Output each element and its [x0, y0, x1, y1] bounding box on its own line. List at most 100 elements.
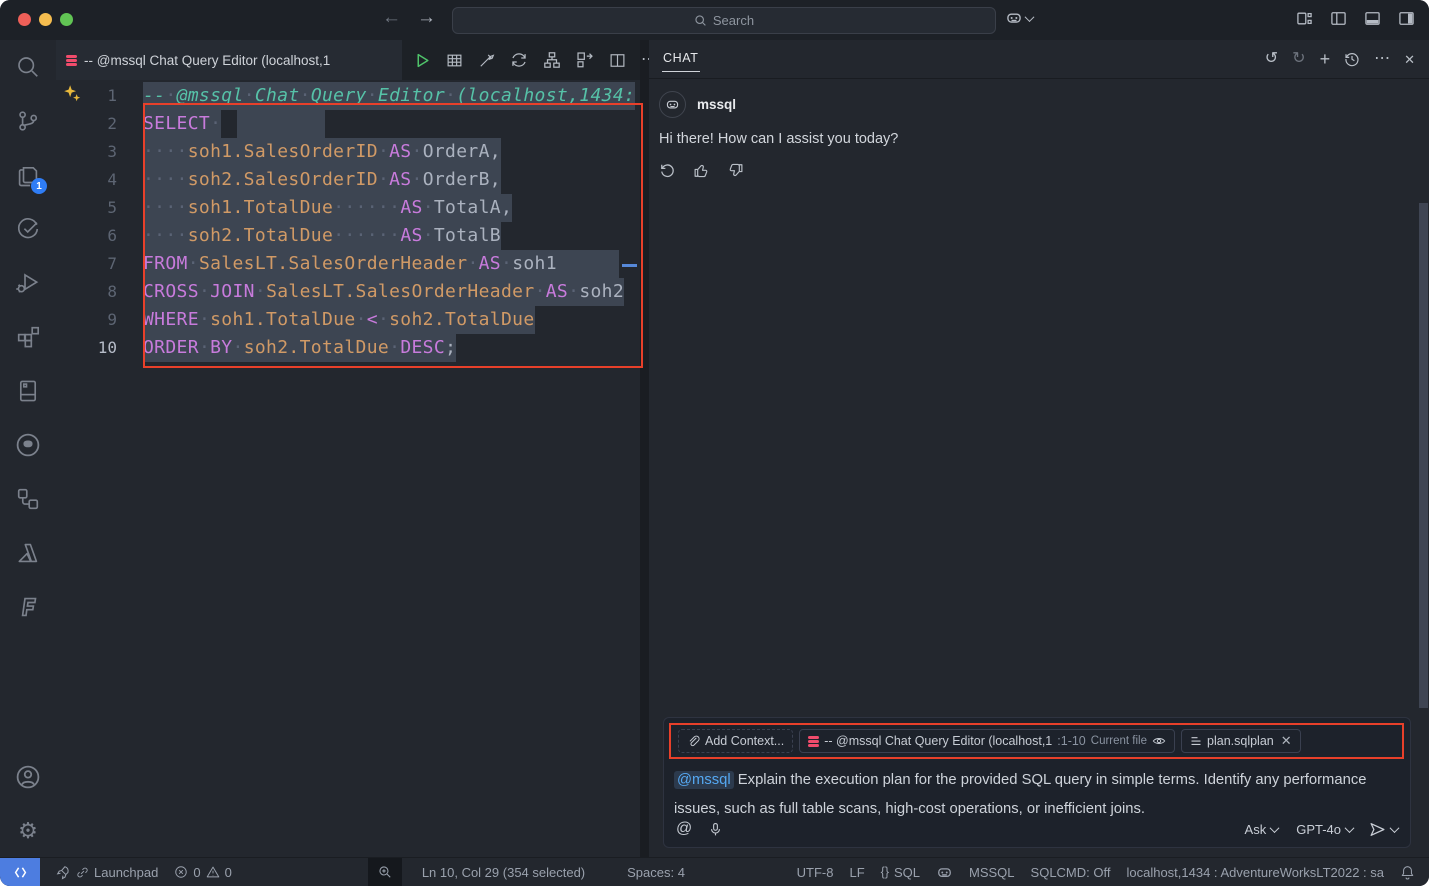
plan-context-pill[interactable]: plan.sqlplan ✕ — [1181, 729, 1301, 753]
account-button[interactable] — [0, 750, 56, 804]
code-line[interactable]: 9WHERE·soh1.TotalDue·<·soh2.TotalDue — [56, 306, 640, 334]
settings-button[interactable]: ⚙ — [0, 804, 56, 858]
editor-group: -- @mssql Chat Query Editor (localhost,1… — [56, 40, 640, 858]
chat-scrollbar[interactable] — [1419, 203, 1428, 708]
search-icon — [16, 55, 40, 79]
encoding-label: UTF-8 — [797, 865, 834, 880]
sidebar-item-notebooks[interactable] — [0, 364, 56, 418]
mssql-item[interactable]: MSSQL — [961, 865, 1023, 880]
copilot-icon — [936, 864, 953, 881]
chat-panel-title[interactable]: CHAT — [662, 47, 700, 72]
chat-input-container[interactable]: Add Context... -- @mssql Chat Query Edit… — [663, 717, 1411, 848]
chevron-down-icon — [1390, 823, 1400, 833]
sidebar-item-explorer[interactable]: 1 — [0, 148, 56, 202]
new-chat-button[interactable]: + — [1320, 50, 1331, 68]
code-line[interactable]: 5····soh1.TotalDue······AS·TotalA, — [56, 194, 640, 222]
mssql-mention[interactable]: @mssql — [674, 771, 734, 789]
more-options-button[interactable]: ⋯ — [1374, 51, 1390, 67]
code-line[interactable]: 7FROM·SalesLT.SalesOrderHeader·AS·soh1 — [56, 250, 640, 278]
paintbrush-button[interactable] — [478, 52, 495, 69]
close-panel-button[interactable]: ✕ — [1404, 53, 1415, 66]
sidebar-item-azure[interactable] — [0, 526, 56, 580]
minimize-window-button[interactable] — [39, 13, 52, 26]
code-line[interactable]: 6····soh2.TotalDue······AS·TotalB — [56, 222, 640, 250]
source-control-icon — [16, 109, 40, 133]
macos-window-controls — [18, 13, 73, 26]
query-plan-button[interactable] — [543, 51, 561, 69]
add-context-button[interactable]: Add Context... — [678, 729, 793, 753]
language-item[interactable]: {}SQL — [873, 865, 928, 880]
back-button[interactable]: ← — [382, 7, 401, 29]
sqlcmd-item[interactable]: SQLCMD: Off — [1023, 865, 1119, 880]
context-pills-row: Add Context... -- @mssql Chat Query Edit… — [674, 725, 1400, 757]
mention-button[interactable]: @ — [676, 820, 692, 838]
chevron-down-icon — [1025, 12, 1035, 22]
code-editor[interactable]: 1--·@mssql·Chat·Query·Editor·(localhost,… — [56, 80, 640, 362]
sidebar-item-connections[interactable] — [0, 472, 56, 526]
indentation-item[interactable]: Spaces: 4 — [619, 865, 693, 880]
retry-icon[interactable] — [659, 162, 676, 179]
toggle-panel-button[interactable] — [1364, 10, 1381, 27]
chat-message: mssql Hi there! How can I assist you tod… — [649, 79, 1429, 179]
extensions-icon — [16, 325, 40, 349]
line-number: 4 — [56, 166, 117, 194]
toggle-primary-sidebar-button[interactable] — [1330, 10, 1347, 27]
editor-tab[interactable]: -- @mssql Chat Query Editor (localhost,1 — [56, 40, 402, 80]
results-grid-button[interactable] — [446, 52, 463, 69]
model-selector[interactable]: GPT-4o — [1296, 822, 1353, 837]
chat-history-button[interactable] — [1344, 51, 1360, 67]
screenshot: ← → Search 1 — [0, 0, 1429, 886]
sidebar-item-extensions[interactable] — [0, 310, 56, 364]
chat-input-text[interactable]: @mssql Explain the execution plan for th… — [674, 766, 1374, 824]
code-line[interactable]: 10ORDER·BY·soh2.TotalDue·DESC; — [56, 334, 640, 362]
zoom-indicator[interactable] — [368, 858, 402, 886]
code-line[interactable]: 4····soh2.SalesOrderID·AS·OrderB, — [56, 166, 640, 194]
sidebar-item-testing[interactable] — [0, 202, 56, 256]
close-window-button[interactable] — [18, 13, 31, 26]
warning-count: 0 — [225, 865, 232, 880]
code-line[interactable]: 8CROSS·JOIN·SalesLT.SalesOrderHeader·AS·… — [56, 278, 640, 306]
problems-item[interactable]: 0 0 — [166, 865, 239, 880]
sidebar-item-run-debug[interactable] — [0, 256, 56, 310]
redo-chat-button[interactable]: ↻ — [1292, 51, 1305, 67]
paperclip-icon — [687, 735, 700, 748]
parse-query-button[interactable] — [576, 51, 594, 69]
panel-divider[interactable] — [640, 40, 649, 858]
run-query-button[interactable] — [414, 52, 431, 69]
change-connection-button[interactable] — [510, 51, 528, 69]
connection-item[interactable]: localhost,1434 : AdventureWorksLT2022 : … — [1118, 865, 1392, 880]
code-line[interactable]: 3····soh1.SalesOrderID·AS·OrderA, — [56, 138, 640, 166]
mssql-label: MSSQL — [969, 865, 1015, 880]
command-center-search[interactable]: Search — [452, 7, 996, 34]
code-line[interactable]: 2SELECT· — [56, 110, 640, 138]
copilot-menu-button[interactable] — [1005, 9, 1033, 27]
sidebar-item-flyway[interactable] — [0, 580, 56, 634]
file-context-pill[interactable]: -- @mssql Chat Query Editor (localhost,1… — [799, 729, 1175, 753]
zoom-window-button[interactable] — [60, 13, 73, 26]
remove-context-icon[interactable]: ✕ — [1281, 733, 1292, 749]
mode-selector[interactable]: Ask — [1245, 822, 1279, 837]
thumbs-up-icon[interactable] — [693, 162, 710, 179]
eol-item[interactable]: LF — [841, 865, 872, 880]
launchpad-item[interactable]: Launchpad — [48, 865, 166, 880]
undo-chat-button[interactable]: ↺ — [1265, 51, 1278, 67]
thumbs-down-icon[interactable] — [727, 162, 744, 179]
split-editor-button[interactable] — [609, 52, 626, 69]
sidebar-item-github[interactable] — [0, 418, 56, 472]
remote-indicator[interactable] — [0, 858, 40, 886]
copilot-status-item[interactable] — [928, 864, 961, 881]
encoding-item[interactable]: UTF-8 — [789, 865, 842, 880]
eye-icon[interactable] — [1152, 734, 1166, 748]
notifications-item[interactable] — [1392, 865, 1423, 880]
copilot-sparkle-icon[interactable] — [63, 84, 82, 103]
layout-customize-button[interactable] — [1296, 10, 1313, 27]
mic-button[interactable] — [708, 822, 723, 837]
model-label: GPT-4o — [1296, 822, 1341, 837]
code-line[interactable]: 1--·@mssql·Chat·Query·Editor·(localhost,… — [56, 82, 640, 110]
cursor-position-item[interactable]: Ln 10, Col 29 (354 selected) — [414, 865, 593, 880]
sidebar-item-source-control[interactable] — [0, 94, 56, 148]
forward-button[interactable]: → — [417, 7, 436, 29]
send-button[interactable] — [1369, 821, 1398, 838]
toggle-secondary-sidebar-button[interactable] — [1398, 10, 1415, 27]
sidebar-item-search[interactable] — [0, 40, 56, 94]
